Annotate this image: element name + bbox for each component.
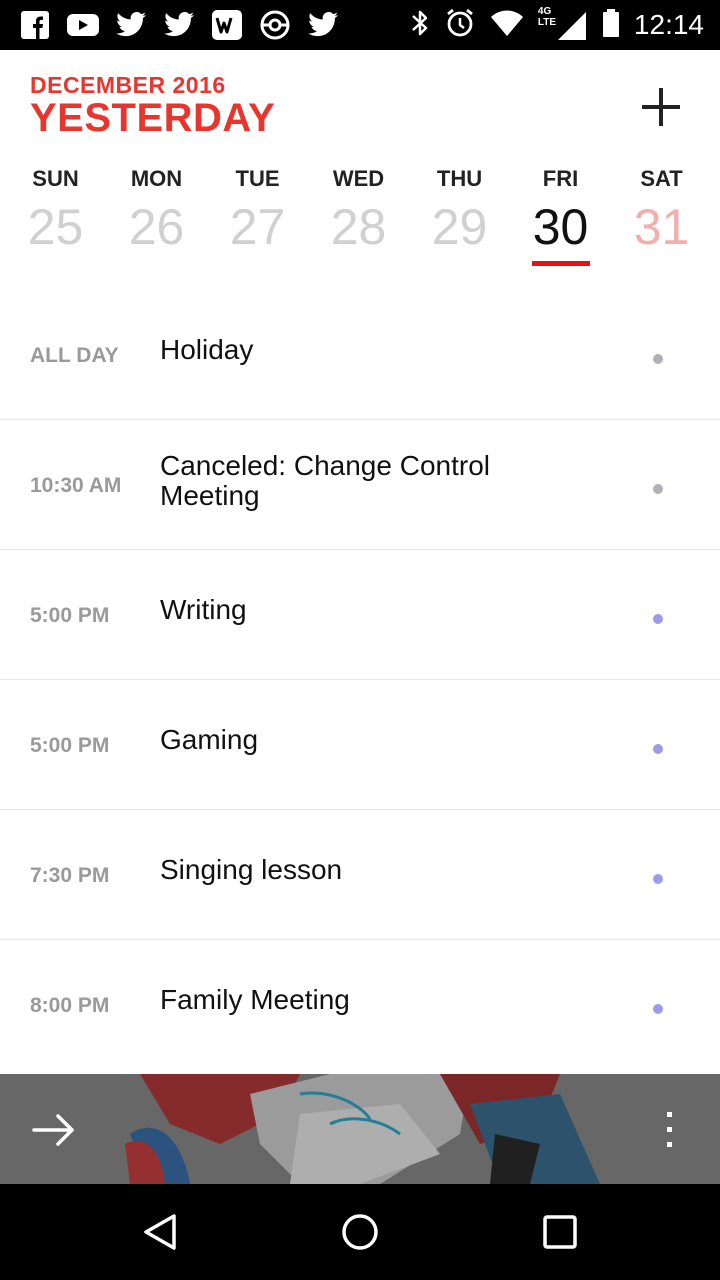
event-color-dot [653, 1004, 663, 1014]
month-label: DECEMBER 2016 [30, 72, 226, 98]
event-list: ALL DAY Holiday 10:30 AM Canceled: Chang… [0, 290, 720, 1069]
event-color-dot [653, 614, 663, 624]
twitter-icon [162, 8, 196, 42]
day-date: 30 [532, 199, 589, 255]
day-date: 26 [128, 199, 185, 255]
recents-button[interactable] [530, 1202, 590, 1262]
bottom-bar [0, 1074, 720, 1184]
event-title: Canceled: Change Control Meeting [160, 450, 490, 511]
day-name: SAT [640, 166, 683, 191]
event-title: Singing lesson [160, 854, 343, 885]
day-thu[interactable]: THU 29 [409, 164, 510, 257]
calendar-app: DECEMBER 2016 YESTERDAY SUN 25 MON 26 TU… [0, 50, 720, 1074]
twitter-icon [114, 8, 148, 42]
battery-icon [602, 8, 620, 43]
navigation-bar [0, 1184, 720, 1280]
event-title: Family Meeting [160, 984, 350, 1015]
background-artwork [0, 1074, 720, 1184]
arrow-right-icon [32, 1114, 74, 1146]
event-time: ALL DAY [30, 344, 119, 367]
event-row[interactable]: 5:00 PM Writing [0, 550, 720, 680]
home-button[interactable] [330, 1202, 390, 1262]
twitter-icon [306, 8, 340, 42]
network-type-label: 4G LTE [537, 6, 557, 28]
wordpress-icon [210, 8, 244, 42]
wifi-icon [490, 9, 524, 42]
day-date: 31 [633, 199, 690, 255]
signal-icon: 4G LTE [537, 6, 588, 42]
event-title: Writing [160, 594, 247, 625]
day-mon[interactable]: MON 26 [106, 164, 207, 257]
event-color-dot [653, 874, 663, 884]
next-button[interactable] [28, 1104, 80, 1156]
back-button[interactable] [130, 1202, 190, 1262]
event-row[interactable]: 10:30 AM Canceled: Change Control Meetin… [0, 420, 720, 550]
event-row[interactable]: ALL DAY Holiday [0, 290, 720, 420]
event-time: 10:30 AM [30, 474, 122, 497]
day-sat[interactable]: SAT 31 [611, 164, 712, 257]
day-tue[interactable]: TUE 27 [207, 164, 308, 257]
page-title: YESTERDAY [30, 96, 276, 140]
event-time: 8:00 PM [30, 994, 110, 1017]
overflow-menu-button[interactable] [650, 1104, 688, 1156]
recents-icon [543, 1215, 577, 1249]
facebook-icon [18, 8, 52, 42]
back-icon [144, 1214, 176, 1250]
day-name: WED [332, 166, 385, 191]
event-row[interactable]: 7:30 PM Singing lesson [0, 810, 720, 940]
home-icon [342, 1214, 378, 1250]
event-row[interactable]: 5:00 PM Gaming [0, 680, 720, 810]
status-bar: 4G LTE 12:14 [0, 0, 720, 50]
clock: 12:14 [633, 9, 704, 40]
event-row[interactable]: 8:00 PM Family Meeting [0, 940, 720, 1069]
add-event-button[interactable] [636, 82, 686, 132]
day-fri[interactable]: FRI 30 [510, 164, 611, 266]
event-time: 5:00 PM [30, 734, 110, 757]
day-date: 29 [431, 199, 488, 255]
day-wed[interactable]: WED 28 [308, 164, 409, 257]
event-color-dot [653, 744, 663, 754]
selected-day-indicator [531, 261, 590, 266]
bluetooth-icon [410, 8, 430, 43]
more-vert-icon [667, 1112, 672, 1147]
day-date: 27 [229, 199, 286, 255]
day-name: MON [130, 166, 183, 191]
day-name: THU [436, 166, 483, 191]
day-name: TUE [235, 166, 280, 191]
day-sun[interactable]: SUN 25 [5, 164, 106, 257]
event-title: Gaming [160, 724, 259, 755]
event-time: 5:00 PM [30, 604, 110, 627]
event-title: Holiday [160, 334, 254, 365]
event-color-dot [653, 354, 663, 364]
youtube-icon [66, 8, 100, 42]
day-date: 25 [27, 199, 84, 255]
pokeball-icon [258, 8, 292, 42]
event-color-dot [653, 484, 663, 494]
day-name: SUN [32, 166, 79, 191]
day-name: FRI [542, 166, 579, 191]
day-date: 28 [330, 199, 387, 255]
week-strip: SUN 25 MON 26 TUE 27 WED 28 THU 29 FRI 3… [0, 164, 720, 274]
alarm-icon [444, 7, 476, 44]
event-time: 7:30 PM [30, 864, 110, 887]
